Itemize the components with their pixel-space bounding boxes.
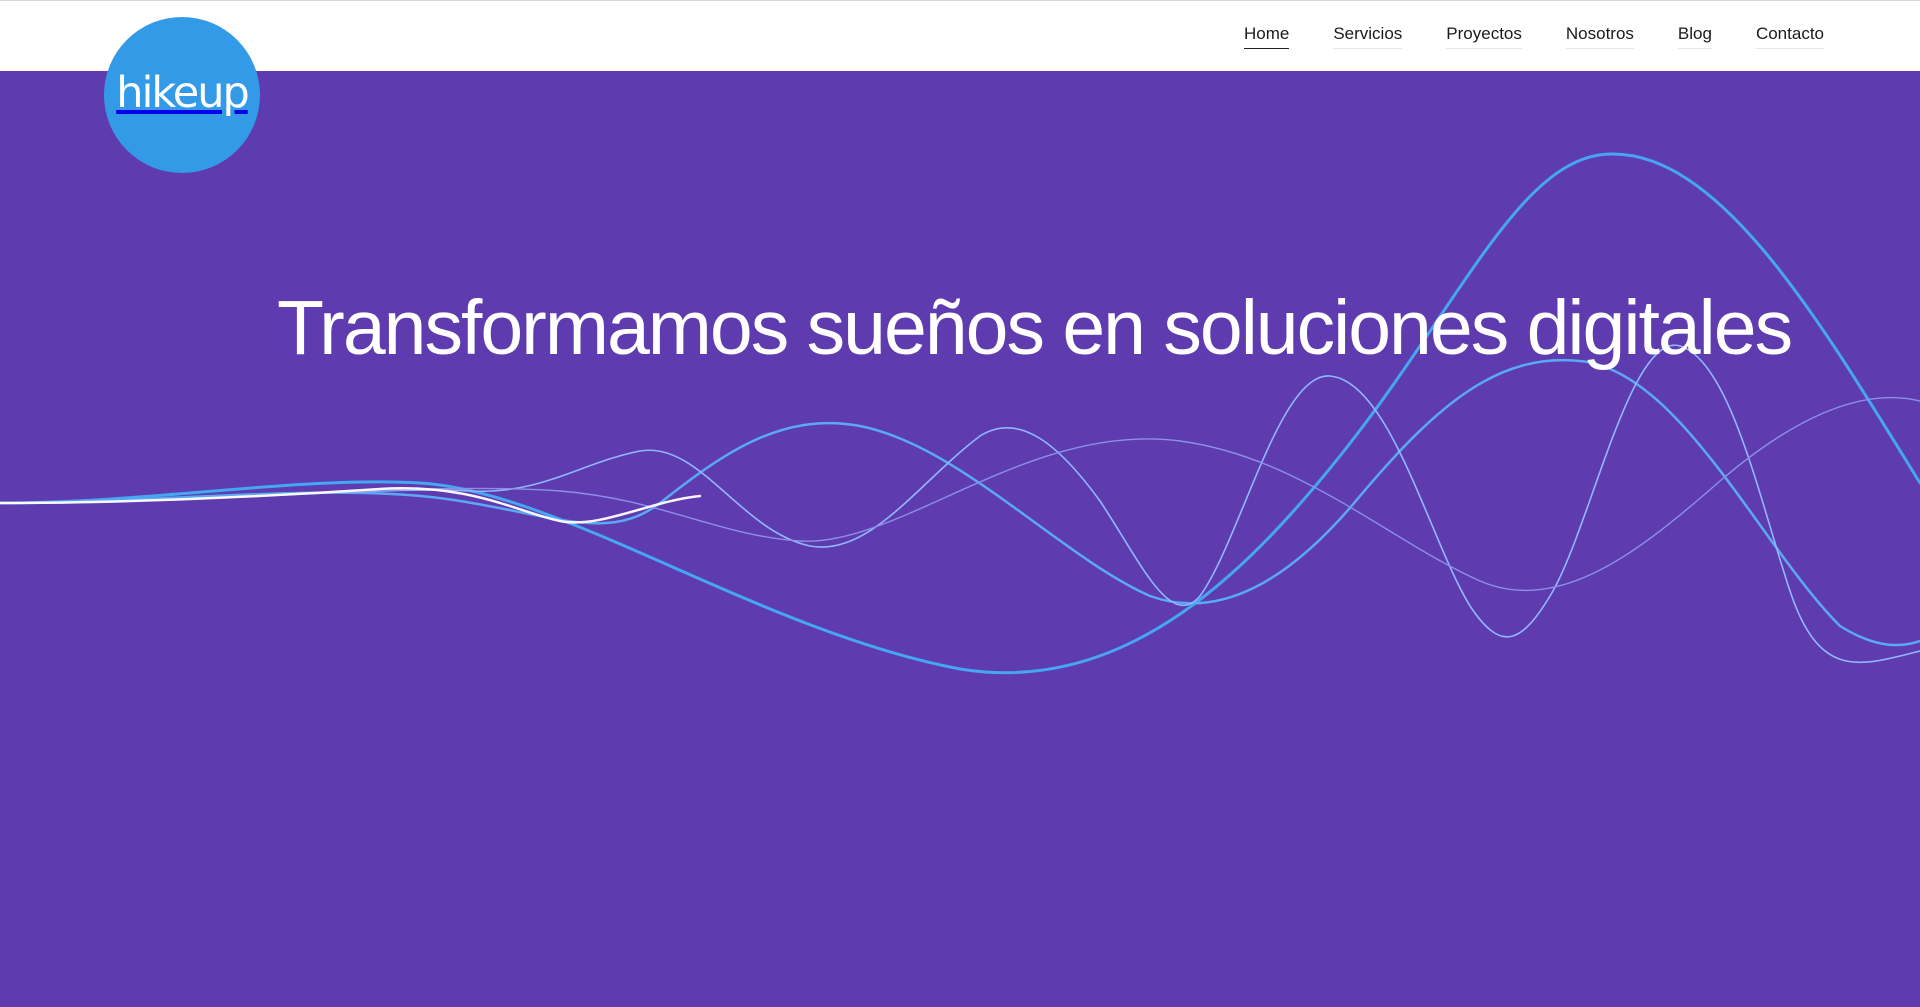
nav-link-nosotros[interactable]: Nosotros (1565, 24, 1634, 49)
hikeup-logo[interactable]: hikeup (104, 17, 260, 173)
wave-line-1 (0, 152, 1920, 675)
nav-link-servicios[interactable]: Servicios (1333, 24, 1403, 49)
top-navigation-bar: Home Servicios Proyectos Nosotros Blog C… (0, 0, 1920, 71)
page: Home Servicios Proyectos Nosotros Blog C… (0, 0, 1920, 1007)
wave-line-2 (0, 358, 1920, 647)
nav-item-blog: Blog (1677, 24, 1712, 49)
nav-link-home[interactable]: Home (1243, 24, 1290, 49)
hero-wave-lines (0, 152, 1920, 675)
nav-link-proyectos[interactable]: Proyectos (1446, 24, 1522, 49)
nav-item-proyectos: Proyectos (1446, 24, 1522, 49)
nav-link-blog[interactable]: Blog (1677, 24, 1712, 49)
nav-item-contacto: Contacto (1755, 24, 1824, 49)
wave-line-3 (0, 344, 1920, 664)
nav-item-servicios: Servicios (1333, 24, 1403, 49)
nav-link-contacto[interactable]: Contacto (1755, 24, 1824, 49)
logo-wordmark: hikeup (116, 68, 250, 118)
hero-headline: Transformamos sueños en soluciones digit… (277, 285, 1793, 371)
hero-headline-container: Transformamos sueños en soluciones digit… (0, 283, 1920, 373)
nav-item-home: Home (1243, 24, 1290, 49)
main-nav: Home Servicios Proyectos Nosotros Blog C… (1243, 1, 1824, 72)
nav-item-nosotros: Nosotros (1565, 24, 1634, 49)
